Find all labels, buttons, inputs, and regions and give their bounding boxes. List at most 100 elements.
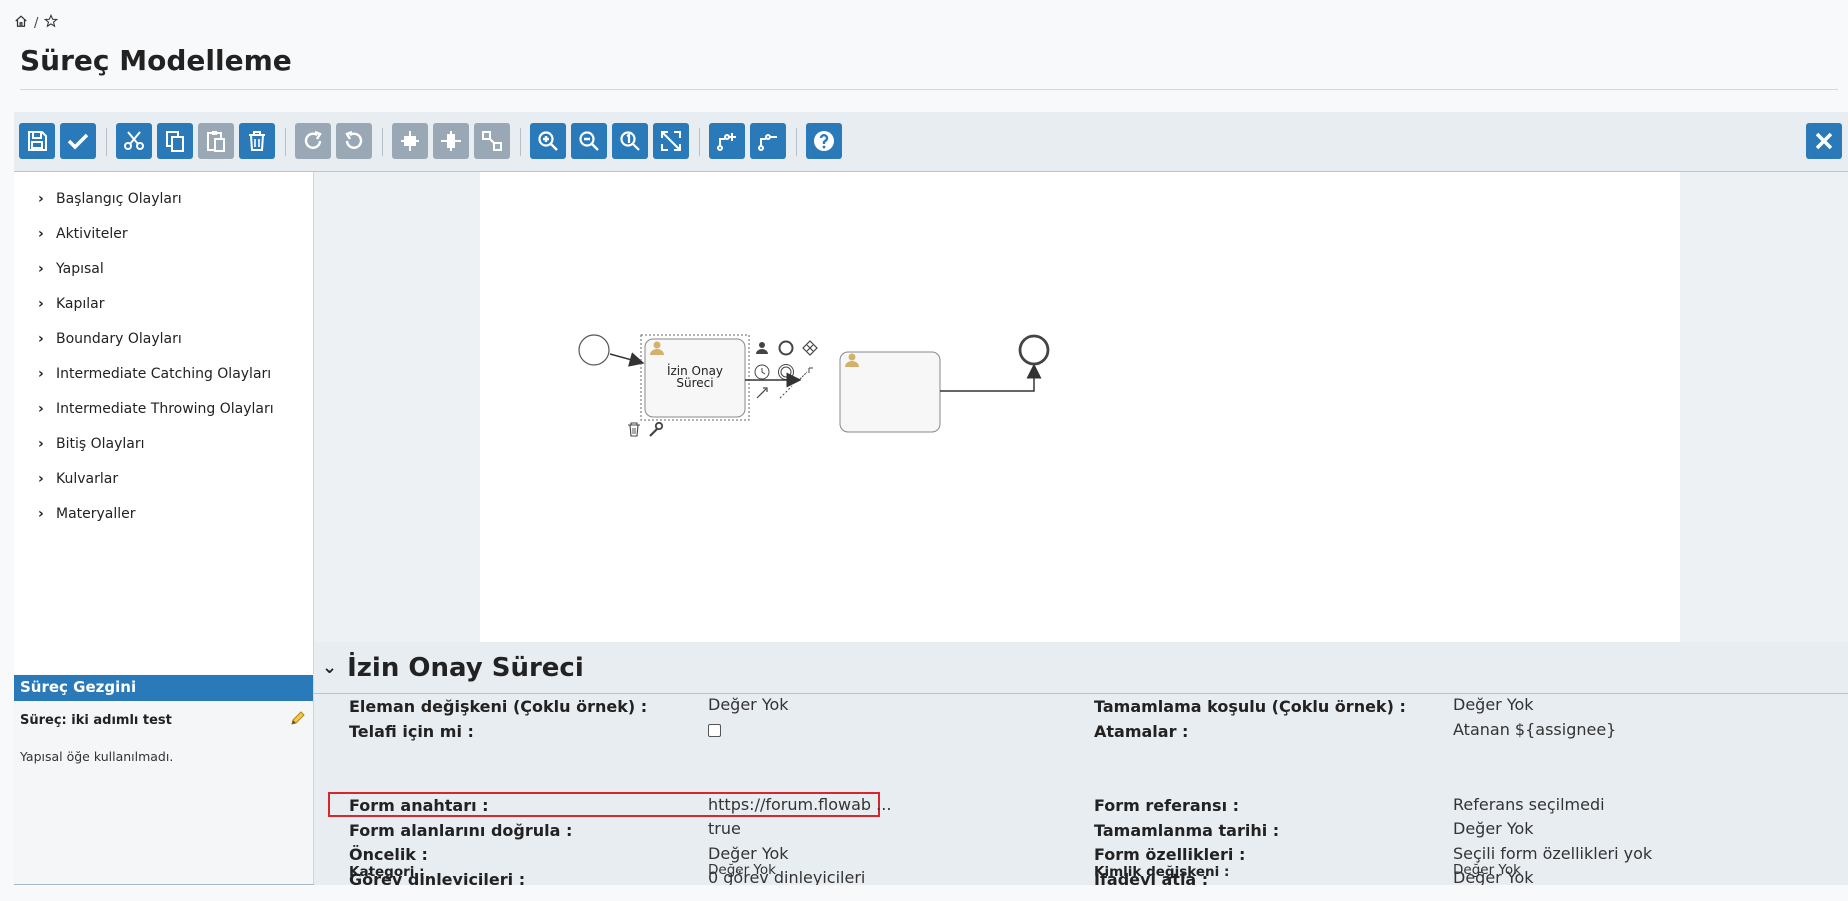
toolbar-separator [520,128,521,156]
help-button[interactable] [806,123,842,159]
palette-group-artifacts[interactable]: › Materyaller [14,496,313,531]
prop-label: Tamamlama koşulu (Çoklu örnek) : [1094,697,1406,716]
sequence-flow[interactable] [609,352,645,367]
align-horizontal-icon [441,131,461,151]
pencil-icon[interactable] [289,709,307,731]
properties-title: İzin Onay Süreci [347,652,584,683]
palette-group-structural[interactable]: › Yapısal [14,251,313,286]
toolbar-separator [796,128,797,156]
connect-association-icon[interactable] [779,385,793,399]
copy-button[interactable] [157,123,193,159]
align-horizontal-button[interactable] [433,123,469,159]
compensation-checkbox[interactable] [708,722,721,741]
prop-label: Form özellikleri : [1094,845,1246,864]
start-event[interactable] [578,334,610,366]
properties-body: Eleman değişkeni (Çoklu örnek) : Değer Y… [314,695,1848,885]
chevron-right-icon: › [38,295,44,312]
same-size-button[interactable] [474,123,510,159]
palette-group-intermediate-catching[interactable]: › Intermediate Catching Olayları [14,356,313,391]
chevron-right-icon: › [38,330,44,347]
properties-header[interactable]: ⌄ İzin Onay Süreci [314,642,1848,694]
prop-value[interactable]: true [708,819,741,838]
prop-value[interactable]: Referans seçilmedi [1453,795,1605,814]
connect-sequence-icon[interactable] [756,387,768,399]
remove-bendpoint-button[interactable] [750,123,786,159]
palette-group-start-events[interactable]: › Başlangıç Olayları [14,181,313,216]
prop-value[interactable]: Atanan ${assignee} [1453,720,1616,739]
undo-icon [345,130,363,149]
prop-value[interactable]: Değer Yok [1453,695,1534,714]
chevron-down-icon[interactable]: ⌄ [322,657,337,678]
palette-group-end-events[interactable]: › Bitiş Olayları [14,426,313,461]
breadcrumb-separator: / [34,15,39,31]
close-icon [1815,132,1833,150]
properties-panel: ⌄ İzin Onay Süreci Eleman değişkeni (Çok… [314,642,1848,885]
wrench-icon[interactable] [649,421,664,437]
zoom-fit-icon [661,131,681,151]
page-title: Süreç Modelleme [20,44,292,77]
text-annotation-icon[interactable] [799,367,813,380]
end-event[interactable] [1018,334,1050,366]
shape-palette: › Başlangıç Olayları › Aktiviteler › Yapısa… [14,172,314,674]
prop-value[interactable]: Değer Yok [708,844,789,863]
save-button[interactable] [19,123,55,159]
zoom-in-button[interactable] [530,123,566,159]
validate-button[interactable] [60,123,96,159]
palette-group-boundary-events[interactable]: › Boundary Olayları [14,321,313,356]
prop-value[interactable]: Değer Yok [1453,819,1534,838]
prop-value[interactable]: Değer Yok [708,862,776,878]
append-gateway-icon[interactable] [802,340,818,356]
remove-bendpoint-icon [758,134,777,151]
prop-label: Form alanlarını doğrula : [349,821,573,840]
palette-group-intermediate-throwing[interactable]: › Intermediate Throwing Olayları [14,391,313,426]
user-task-izin-onay[interactable]: İzin Onay Süreci [644,338,746,418]
check-icon [67,133,89,150]
save-icon [28,131,47,151]
bpmn-diagram: İzin Onay Süreci [578,334,1050,437]
align-vertical-button[interactable] [392,123,428,159]
copy-icon [166,131,184,152]
prop-label: Form referansı : [1094,796,1240,815]
diagram-canvas[interactable]: İzin Onay Süreci [480,172,1680,642]
palette-group-gateways[interactable]: › Kapılar [14,286,313,321]
chevron-right-icon: › [38,260,44,277]
prop-value[interactable]: Değer Yok [708,695,789,714]
favorite-star-icon[interactable] [44,13,59,32]
delete-button[interactable] [239,123,275,159]
form-key-value[interactable]: https://forum.flowab ... [708,795,891,814]
same-size-icon [482,131,502,151]
chevron-right-icon: › [38,505,44,522]
append-intermediate-event-icon[interactable] [778,364,794,380]
add-bendpoint-button[interactable] [709,123,745,159]
sequence-flow[interactable] [940,363,1042,392]
prop-label: Eleman değişkeni (Çoklu örnek) : [349,697,648,716]
canvas-area: İzin Onay Süreci [314,172,1848,642]
undo-button[interactable] [336,123,372,159]
prop-label: Form anahtarı : [349,796,489,815]
cut-button[interactable] [116,123,152,159]
navigator-title: Süreç Gezgini [14,675,313,701]
close-editor-button[interactable] [1806,123,1842,159]
help-icon [814,131,834,151]
navigator-process: Süreç: iki adımlı test [14,701,313,731]
palette-group-activities[interactable]: › Aktiviteler [14,216,313,251]
paste-button[interactable] [198,123,234,159]
align-vertical-icon [401,131,419,151]
append-user-task-icon[interactable] [756,342,768,354]
trash-icon[interactable] [628,422,640,437]
process-label: Süreç: iki adımlı test [20,712,172,728]
user-task-empty[interactable] [839,351,941,433]
append-timer-icon[interactable] [754,364,770,380]
redo-button[interactable] [295,123,331,159]
zoom-actual-button[interactable] [612,123,648,159]
zoom-fit-button[interactable] [653,123,689,159]
zoom-out-button[interactable] [571,123,607,159]
prop-value[interactable]: Değer Yok [1453,862,1521,878]
prop-value[interactable]: Seçili form özellikleri yok [1453,844,1652,863]
home-icon[interactable] [14,14,28,32]
append-end-event-icon[interactable] [778,340,794,356]
palette-group-swimlanes[interactable]: › Kulvarlar [14,461,313,496]
add-bendpoint-icon [717,133,736,151]
toolbar-separator [699,128,700,156]
cut-icon [124,131,144,150]
